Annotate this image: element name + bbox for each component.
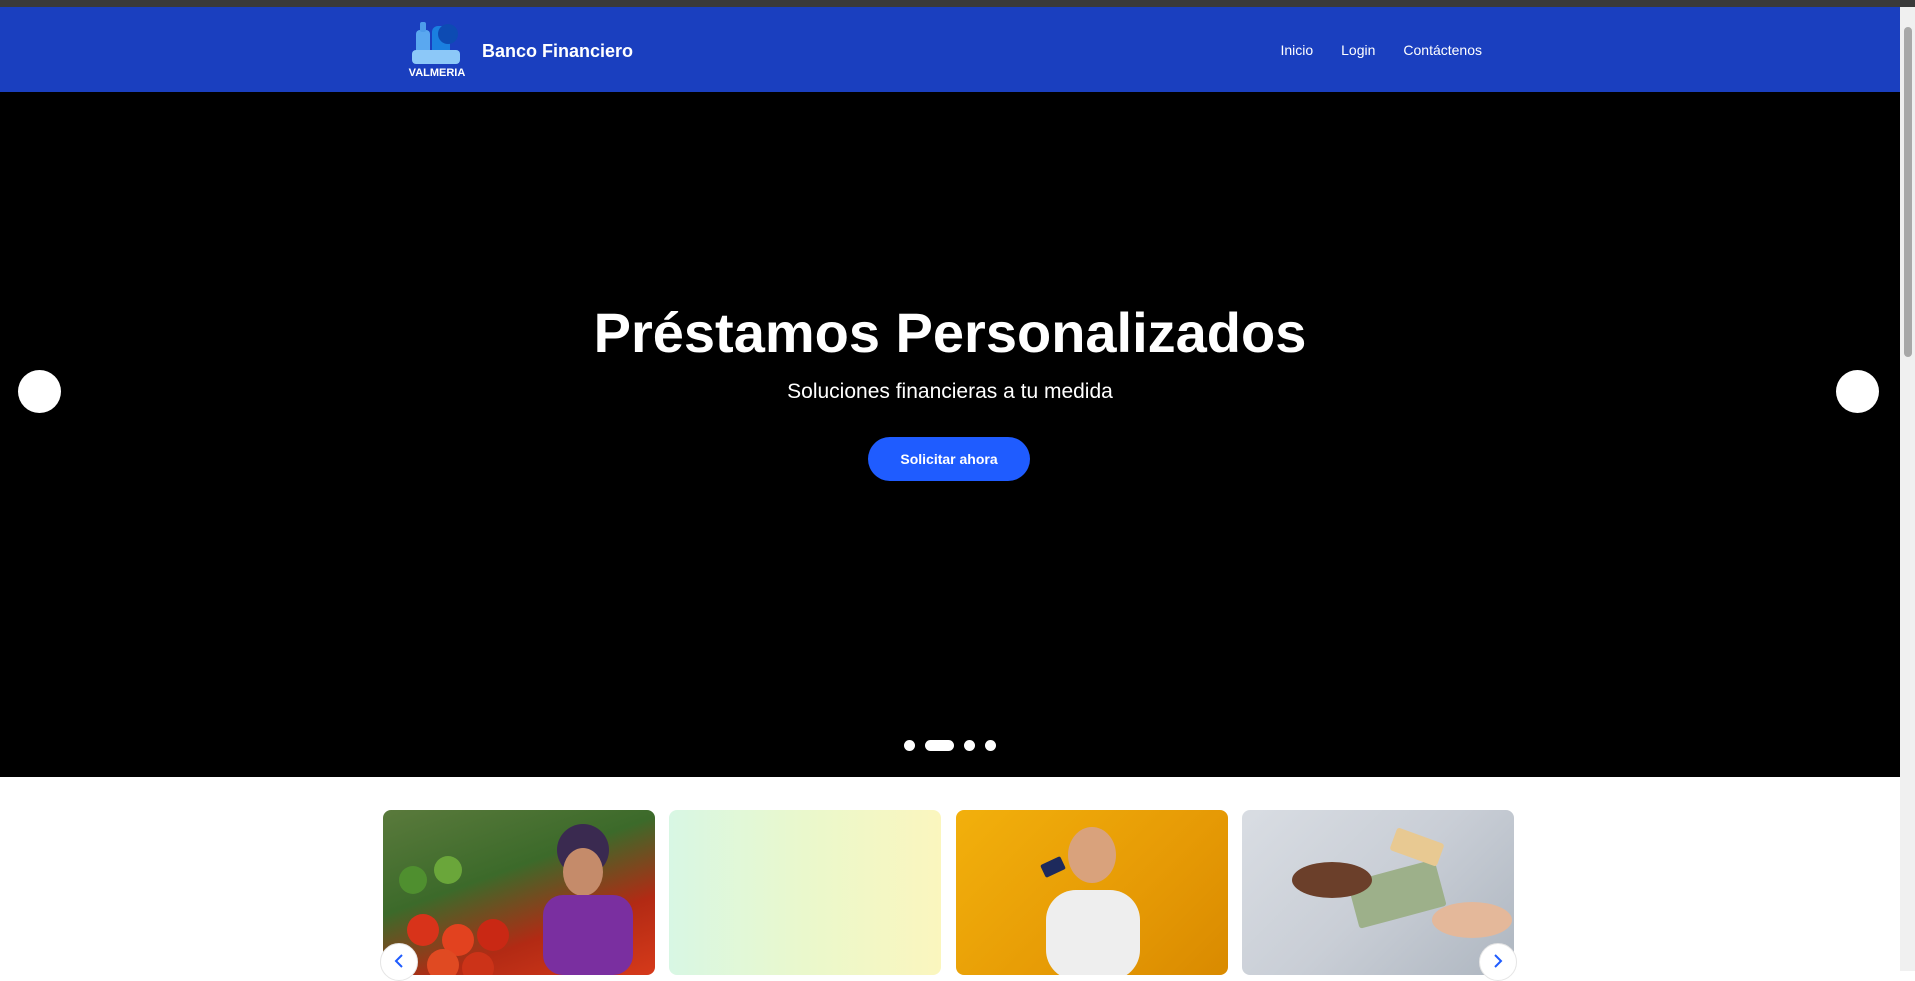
- browser-top-strip: [0, 0, 1915, 7]
- card-man-with-card-image[interactable]: [956, 810, 1228, 975]
- cards-prev-button[interactable]: [380, 943, 418, 981]
- scrollbar-thumb[interactable]: [1904, 27, 1912, 357]
- navbar: VALMERIA Banco Financiero Inicio Login C…: [0, 7, 1900, 92]
- chevron-left-icon: [394, 954, 403, 968]
- solicitar-ahora-button[interactable]: Solicitar ahora: [868, 437, 1030, 481]
- carousel-indicators: [0, 738, 1900, 752]
- carousel-dot-1[interactable]: [904, 739, 915, 751]
- card-gradient-image[interactable]: [669, 810, 941, 975]
- carousel-dot-4[interactable]: [985, 739, 996, 751]
- hero-carousel: Préstamos Personalizados Soluciones fina…: [0, 92, 1900, 777]
- carousel-next-button[interactable]: [1836, 370, 1879, 413]
- brand-name: Banco Financiero: [482, 40, 634, 61]
- cards-next-button[interactable]: [1479, 943, 1517, 981]
- cards-row: [383, 810, 1514, 975]
- hero-subtitle: Soluciones financieras a tu medida: [787, 380, 1113, 403]
- svg-text:VALMERIA: VALMERIA: [409, 67, 466, 79]
- carousel-dot-2[interactable]: [925, 739, 954, 751]
- carousel-prev-button[interactable]: [18, 370, 61, 413]
- page-scrollbar[interactable]: [1900, 7, 1915, 971]
- nav-menu: Inicio Login Contáctenos: [1280, 7, 1482, 92]
- brand[interactable]: VALMERIA Banco Financiero: [404, 21, 633, 81]
- carousel-dot-3[interactable]: [964, 739, 975, 751]
- nav-link-login[interactable]: Login: [1341, 42, 1375, 58]
- nav-link-inicio[interactable]: Inicio: [1280, 42, 1313, 58]
- card-cash-handover-image[interactable]: [1242, 810, 1514, 975]
- chevron-right-icon: [1494, 954, 1503, 968]
- valmeria-logo: VALMERIA: [404, 20, 470, 82]
- card-market-vendor-image[interactable]: [383, 810, 655, 975]
- hero-title: Préstamos Personalizados: [593, 301, 1307, 364]
- nav-link-contactenos[interactable]: Contáctenos: [1403, 42, 1482, 58]
